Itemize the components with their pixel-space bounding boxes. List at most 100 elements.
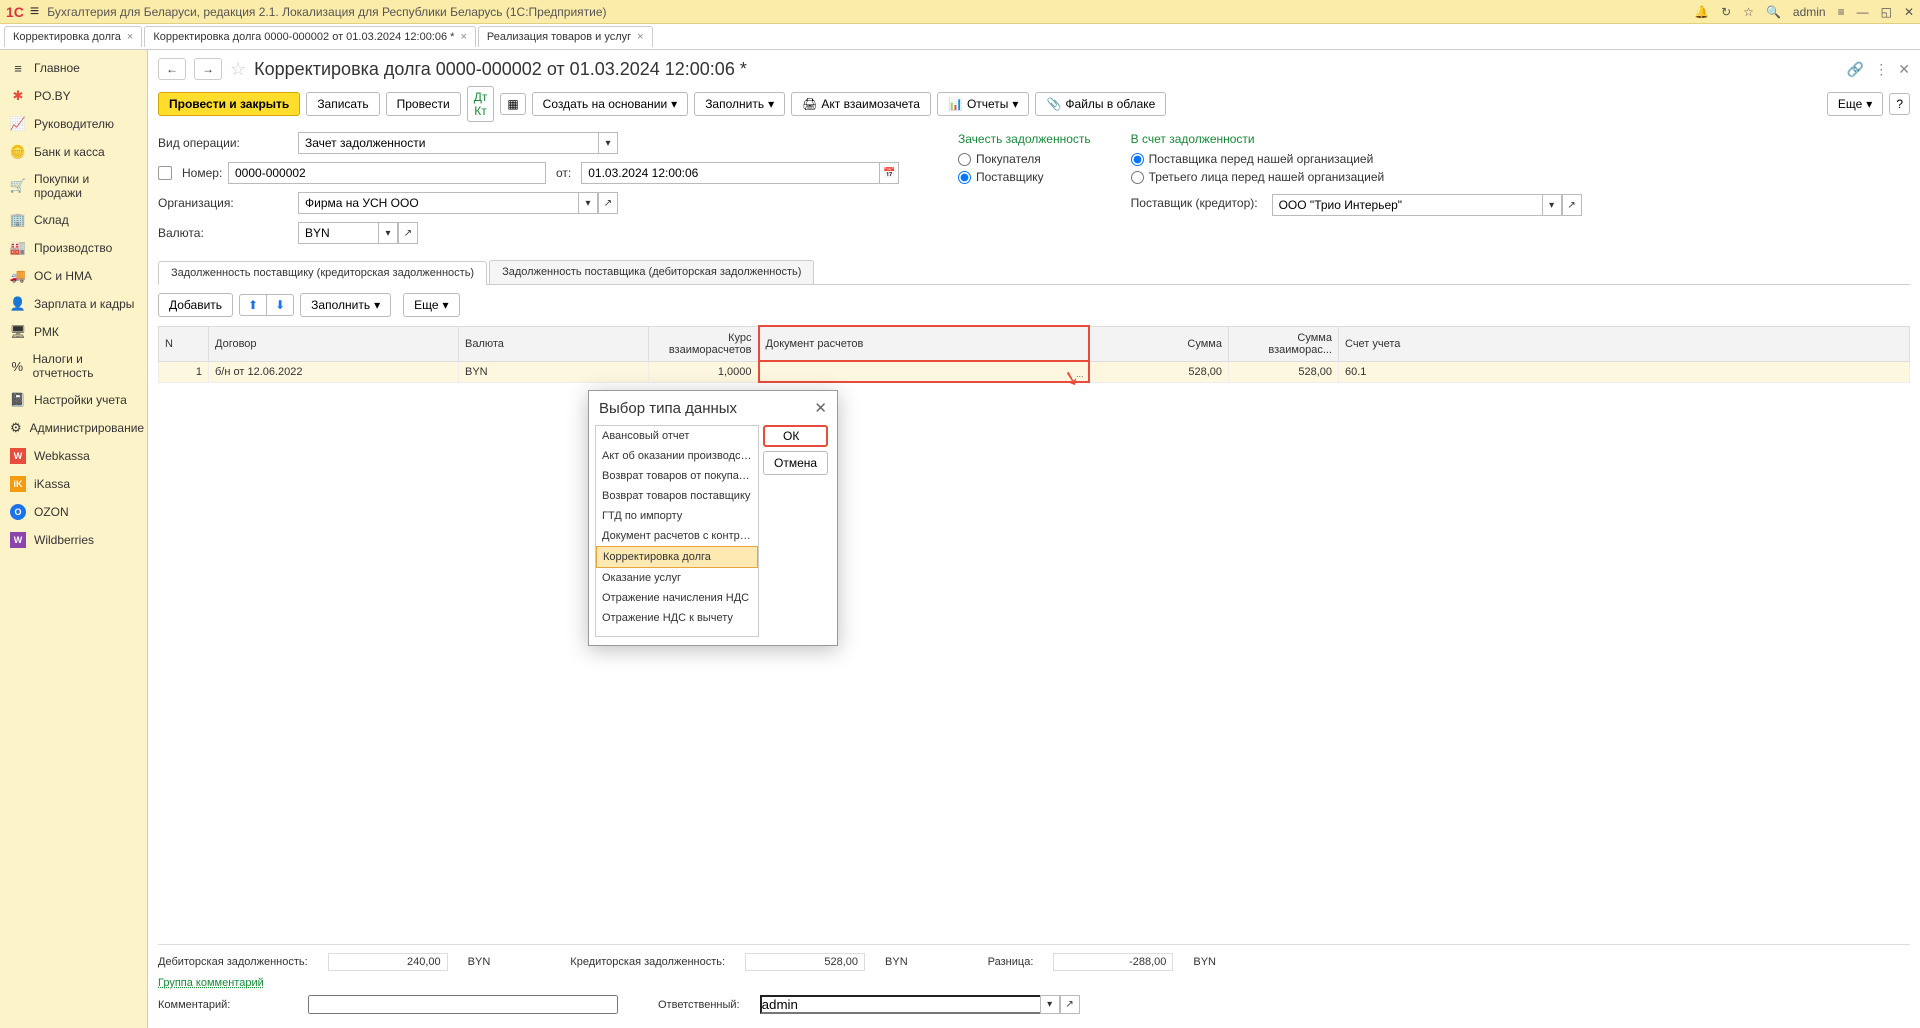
list-item[interactable]: Оказание услуг <box>596 568 758 588</box>
col-acc[interactable]: Счет учета <box>1339 326 1910 361</box>
cell-rate[interactable]: 1,0000 <box>649 361 759 382</box>
list-item[interactable]: ГТД по импорту <box>596 506 758 526</box>
dropdown-icon[interactable]: ▾ <box>1040 995 1060 1014</box>
open-icon[interactable]: ↗ <box>398 222 418 244</box>
menu-icon[interactable]: ≡ <box>30 3 39 21</box>
structure-button[interactable]: ▦ <box>500 93 525 115</box>
cell-acc[interactable]: 60.1 <box>1339 361 1910 382</box>
settings-icon[interactable]: ≡ <box>1838 5 1845 19</box>
col-sum2[interactable]: Сумма взаиморас... <box>1229 326 1339 361</box>
cell-contract[interactable]: б/н от 12.06.2022 <box>209 361 459 382</box>
save-button[interactable]: Записать <box>306 92 379 116</box>
restore-icon[interactable]: ◱ <box>1881 5 1892 19</box>
post-button[interactable]: Провести <box>386 92 461 116</box>
close-icon[interactable]: ✕ <box>1904 5 1914 19</box>
sidebar-item[interactable]: %Налоги и отчетность <box>0 346 147 386</box>
open-icon[interactable]: ↗ <box>1060 995 1080 1014</box>
sidebar-item[interactable]: WWildberries <box>0 526 147 554</box>
sidebar-item[interactable]: 📈Руководителю <box>0 110 147 138</box>
sidebar-item[interactable]: 🛒Покупки и продажи <box>0 166 147 206</box>
files-button[interactable]: 📎 Файлы в облаке <box>1035 92 1166 116</box>
clip-icon[interactable] <box>158 166 172 180</box>
sidebar-item[interactable]: 🏢Склад <box>0 206 147 234</box>
number-input[interactable] <box>228 162 546 184</box>
add-button[interactable]: Добавить <box>158 293 233 317</box>
history-icon[interactable]: ↻ <box>1721 5 1731 19</box>
sidebar-item[interactable]: 🖥РМК <box>0 318 147 346</box>
close-icon[interactable]: × <box>637 31 643 43</box>
date-input[interactable] <box>581 162 879 184</box>
sidebar-item[interactable]: 👤Зарплата и кадры <box>0 290 147 318</box>
op-type-input[interactable] <box>298 132 598 154</box>
close-icon[interactable]: × <box>127 31 133 43</box>
sidebar-item[interactable]: 🪙Банк и касса <box>0 138 147 166</box>
sidebar-item[interactable]: OOZON <box>0 498 147 526</box>
back-button[interactable]: ← <box>158 58 186 80</box>
move-down-button[interactable]: ⬇ <box>267 295 293 315</box>
list-item-selected[interactable]: Корректировка долга <box>596 546 758 568</box>
col-currency[interactable]: Валюта <box>459 326 649 361</box>
sidebar-item[interactable]: ≡Главное <box>0 54 147 82</box>
col-rate[interactable]: Курс взаиморасчетов <box>649 326 759 361</box>
star-icon[interactable]: ☆ <box>1743 5 1754 19</box>
sidebar-item[interactable]: ⚙Администрирование <box>0 414 147 442</box>
tab-0[interactable]: Корректировка долга× <box>4 26 142 47</box>
favorite-icon[interactable]: ☆ <box>230 59 246 80</box>
type-list[interactable]: Авансовый отчет Акт об оказании производ… <box>595 425 759 637</box>
forward-button[interactable]: → <box>194 58 222 80</box>
link-icon[interactable]: 🔗 <box>1847 61 1864 78</box>
ok-button[interactable]: ОК <box>763 425 828 447</box>
list-item[interactable]: Отражение НДС к вычету <box>596 608 758 628</box>
table-more-button[interactable]: Еще ▾ <box>403 293 459 317</box>
sidebar-item[interactable]: ✱PO.BY <box>0 82 147 110</box>
comments-group-link[interactable]: Группа комментарий <box>158 977 264 989</box>
help-button[interactable]: ? <box>1889 93 1910 115</box>
radio-third-party[interactable]: Третьего лица перед нашей организацией <box>1131 170 1582 184</box>
supplier-input[interactable] <box>1272 194 1542 216</box>
fill-table-button[interactable]: Заполнить ▾ <box>300 293 391 317</box>
list-item[interactable]: Возврат товаров поставщику <box>596 486 758 506</box>
sidebar-item[interactable]: 📓Настройки учета <box>0 386 147 414</box>
create-based-button[interactable]: Создать на основании ▾ <box>532 92 689 116</box>
radio-buyer[interactable]: Покупателя <box>958 152 1091 166</box>
list-item[interactable]: Авансовый отчет <box>596 426 758 446</box>
list-item[interactable]: Акт об оказании производств... <box>596 446 758 466</box>
list-item[interactable]: Возврат товаров от покупателя <box>596 466 758 486</box>
open-icon[interactable]: ↗ <box>598 192 618 214</box>
ellipsis-icon[interactable]: ... <box>1076 369 1084 379</box>
org-input[interactable] <box>298 192 578 214</box>
bell-icon[interactable]: 🔔 <box>1694 5 1709 19</box>
dropdown-icon[interactable]: ▾ <box>598 132 618 154</box>
sidebar-item[interactable]: 🚚ОС и НМА <box>0 262 147 290</box>
dropdown-icon[interactable]: ▾ <box>578 192 598 214</box>
cancel-button[interactable]: Отмена <box>763 451 828 475</box>
col-sum[interactable]: Сумма <box>1089 326 1229 361</box>
currency-input[interactable] <box>298 222 378 244</box>
dt-kt-button[interactable]: ДтКт <box>467 86 495 122</box>
tab-2[interactable]: Реализация товаров и услуг× <box>478 26 653 47</box>
close-icon[interactable]: ✕ <box>814 399 827 417</box>
calendar-icon[interactable]: 📅 <box>879 162 899 184</box>
table-row[interactable]: 1 б/н от 12.06.2022 BYN 1,0000 ➘... 528,… <box>159 361 1910 382</box>
reports-button[interactable]: 📊 Отчеты ▾ <box>937 92 1029 116</box>
cell-currency[interactable]: BYN <box>459 361 649 382</box>
close-icon[interactable]: ✕ <box>1898 61 1910 78</box>
col-n[interactable]: N <box>159 326 209 361</box>
post-and-close-button[interactable]: Провести и закрыть <box>158 92 300 116</box>
radio-supplier-to-us[interactable]: Поставщика перед нашей организацией <box>1131 152 1582 166</box>
list-item[interactable]: Документ расчетов с контраг... <box>596 526 758 546</box>
cell-n[interactable]: 1 <box>159 361 209 382</box>
cell-sum[interactable]: 528,00 <box>1089 361 1229 382</box>
user-label[interactable]: admin <box>1793 5 1826 19</box>
tab-1[interactable]: Корректировка долга 0000-000002 от 01.03… <box>144 26 476 47</box>
responsible-input[interactable] <box>760 995 1040 1014</box>
more-button[interactable]: Еще ▾ <box>1827 92 1883 116</box>
sidebar-item[interactable]: iKiKassa <box>0 470 147 498</box>
dropdown-icon[interactable]: ▾ <box>378 222 398 244</box>
comment-input[interactable] <box>308 995 618 1014</box>
subtab-debitor[interactable]: Задолженность поставщика (дебиторская за… <box>489 260 814 284</box>
close-icon[interactable]: × <box>460 31 466 43</box>
cell-sum2[interactable]: 528,00 <box>1229 361 1339 382</box>
list-item[interactable]: Отражение начисления НДС <box>596 588 758 608</box>
minimize-icon[interactable]: — <box>1857 5 1869 19</box>
